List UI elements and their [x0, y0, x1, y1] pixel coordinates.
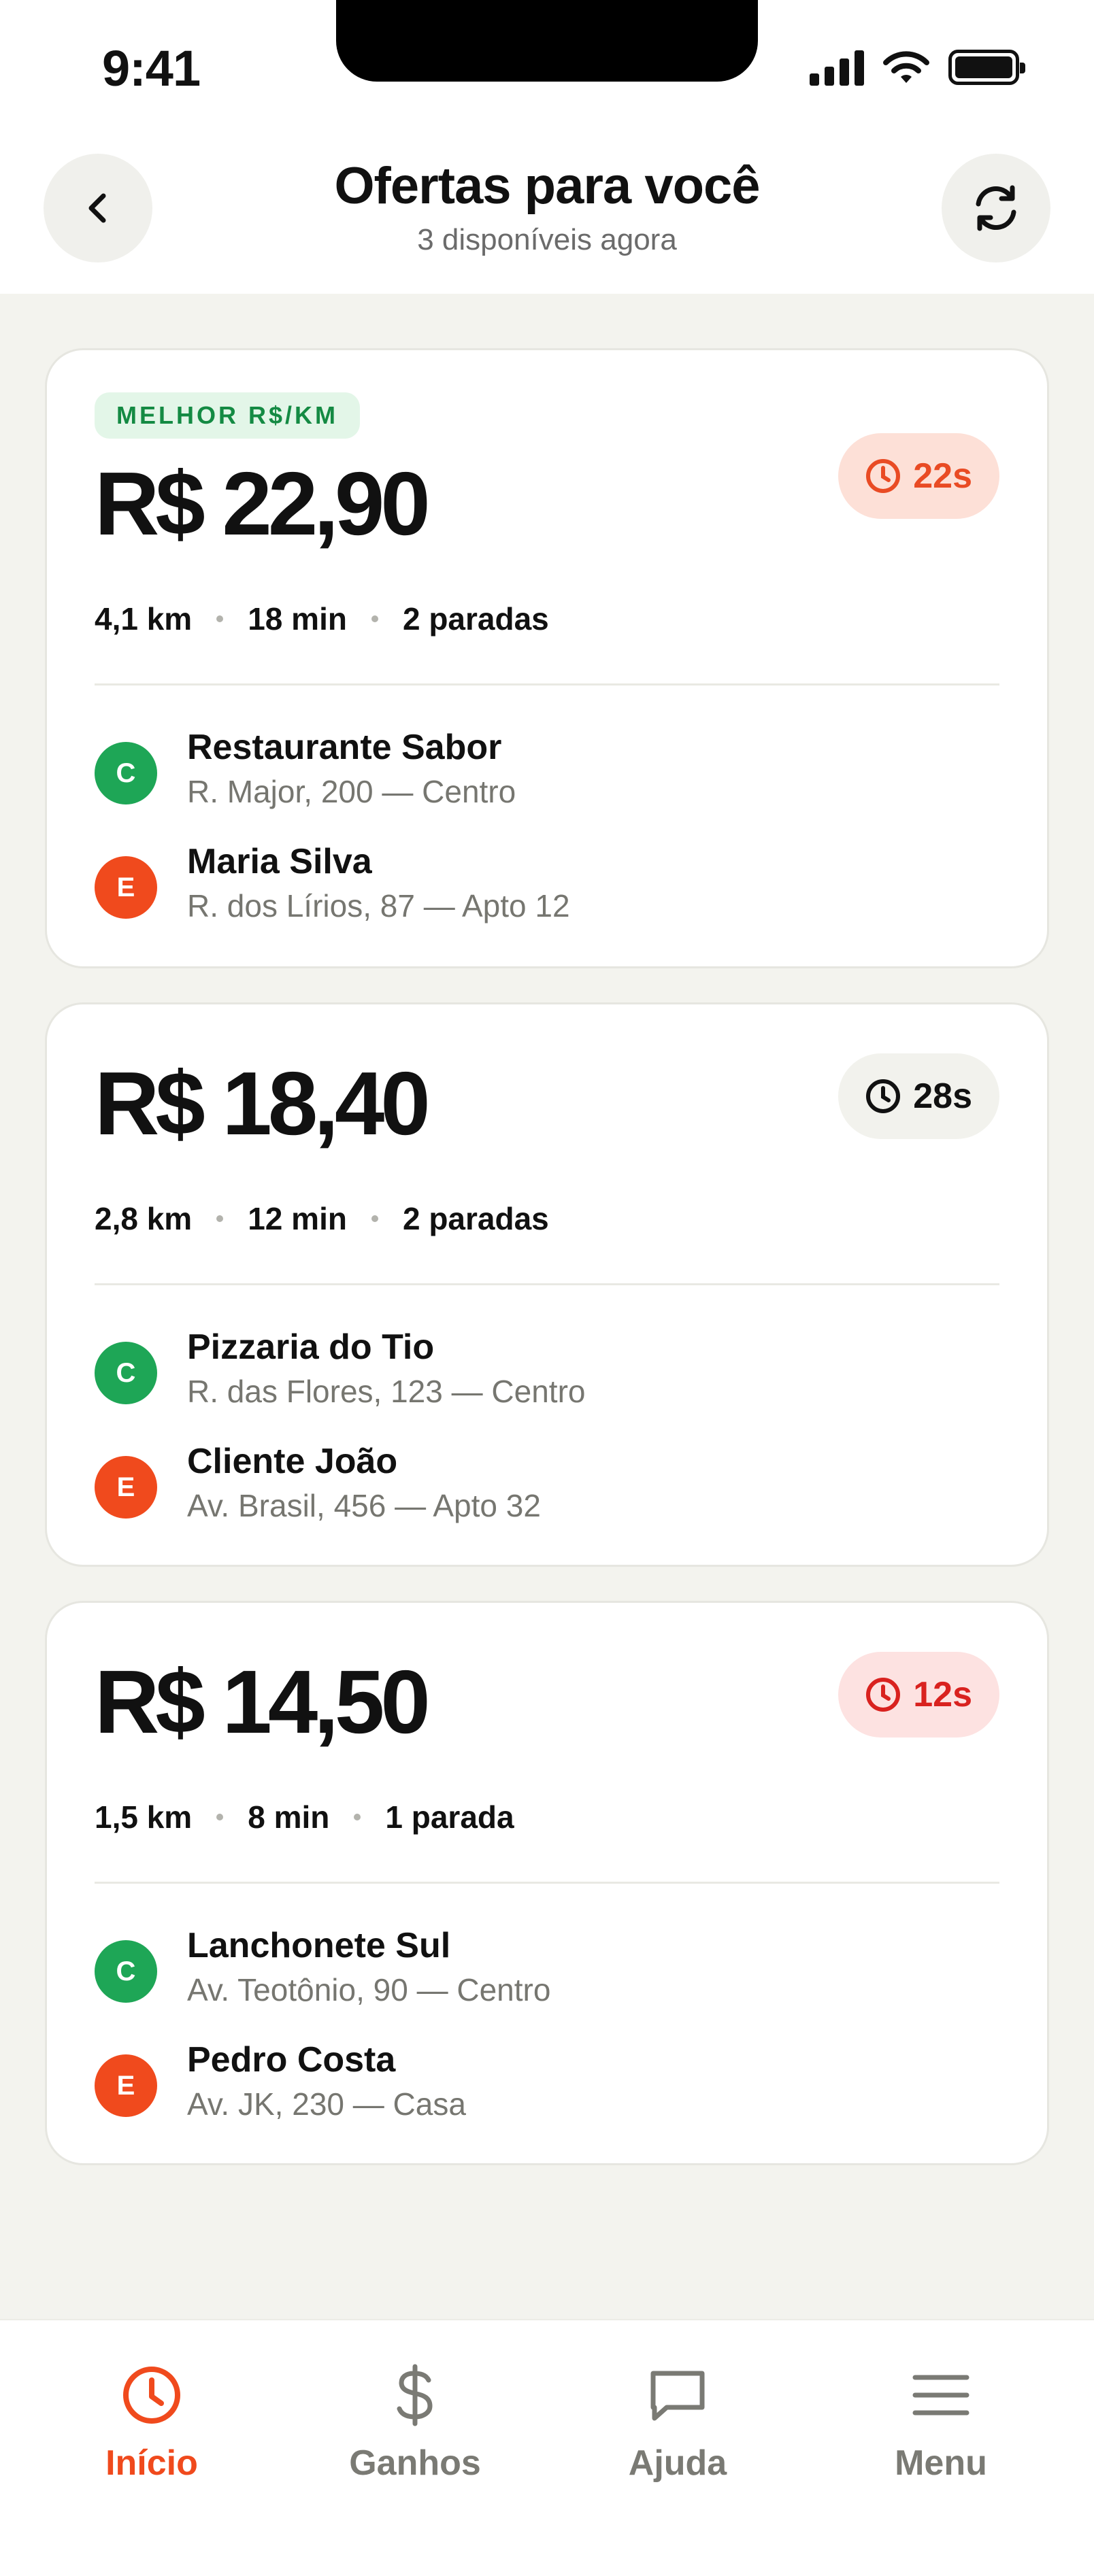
offer-duration: 8 min: [248, 1799, 330, 1835]
offer-stops: 2 paradas: [402, 1201, 549, 1236]
pickup-name: Restaurante Sabor: [187, 728, 502, 767]
separator-dot: [216, 1814, 224, 1820]
cellular-signal-icon: [810, 49, 864, 86]
menu-icon: [912, 2375, 969, 2416]
dropoff-address: R. dos Lírios, 87 — Apto 12: [187, 888, 570, 923]
dropoff-name: Maria Silva: [187, 842, 372, 881]
dropoff-marker: E: [95, 2054, 157, 2117]
refresh-button[interactable]: [942, 154, 1050, 262]
status-bar: 9:41: [0, 0, 1094, 129]
dropoff-stop: E Cliente João Av. Brasil, 456 — Apto 32: [95, 1441, 999, 1536]
dropoff-marker: E: [95, 1456, 157, 1519]
offer-price: R$ 18,40: [95, 1053, 431, 1153]
bottom-navigation: Início Ganhos Ajuda Menu: [0, 2319, 1094, 2576]
dollar-icon: [397, 2364, 433, 2426]
dropoff-marker: E: [95, 856, 157, 919]
separator-dot: [216, 1215, 224, 1222]
page-title: Ofertas para você: [334, 157, 760, 215]
pickup-marker: C: [95, 1940, 157, 2003]
page-subtitle: 3 disponíveis agora: [417, 223, 677, 256]
pickup-address: R. das Flores, 123 — Centro: [187, 1374, 586, 1409]
offer-duration: 12 min: [248, 1201, 347, 1236]
timer-value: 28s: [913, 1077, 972, 1116]
offer-distance: 4,1 km: [95, 601, 193, 637]
pickup-marker: C: [95, 1342, 157, 1404]
pickup-stop: C Restaurante Sabor R. Major, 200 — Cent…: [95, 727, 999, 822]
pickup-address: R. Major, 200 — Centro: [187, 774, 516, 809]
offer-duration: 18 min: [248, 601, 347, 637]
pickup-name: Lanchonete Sul: [187, 1926, 451, 1965]
offer-meta: 2,8 km 12 min 2 paradas: [95, 1200, 549, 1237]
pickup-stop: C Pizzaria do Tio R. das Flores, 123 — C…: [95, 1327, 999, 1422]
countdown-timer: 12s: [838, 1652, 999, 1738]
separator-dot: [216, 615, 224, 622]
offer-price: R$ 14,50: [95, 1652, 431, 1752]
nav-item-inicio[interactable]: Início: [50, 2361, 254, 2484]
offer-distance: 1,5 km: [95, 1799, 193, 1835]
status-icons: [810, 49, 1025, 86]
divider: [95, 1283, 999, 1285]
battery-icon: [948, 50, 1025, 85]
offer-stops: 1 parada: [385, 1799, 514, 1835]
nav-label: Início: [105, 2443, 198, 2483]
best-value-badge: MELHOR R$/KM: [95, 392, 360, 439]
nav-item-ajuda[interactable]: Ajuda: [576, 2361, 780, 2484]
dropoff-address: Av. JK, 230 — Casa: [187, 2086, 466, 2122]
nav-label: Ganhos: [349, 2443, 481, 2483]
offer-stops: 2 paradas: [402, 601, 549, 637]
status-time: 9:41: [102, 40, 201, 97]
divider: [95, 1882, 999, 1884]
chat-icon: [650, 2371, 705, 2421]
pickup-name: Pizzaria do Tio: [187, 1327, 435, 1367]
dropoff-stop: E Pedro Costa Av. JK, 230 — Casa: [95, 2039, 999, 2135]
divider: [95, 683, 999, 685]
countdown-timer: 28s: [838, 1053, 999, 1139]
nav-label: Menu: [895, 2443, 987, 2483]
wifi-icon: [883, 51, 929, 83]
nav-label: Ajuda: [628, 2443, 727, 2483]
separator-dot: [354, 1814, 361, 1820]
clock-icon: [866, 459, 901, 493]
dropoff-address: Av. Brasil, 456 — Apto 32: [187, 1488, 541, 1523]
clock-icon: [866, 1678, 901, 1712]
refresh-icon: [976, 185, 1016, 231]
dropoff-name: Cliente João: [187, 1442, 398, 1481]
nav-item-menu[interactable]: Menu: [839, 2361, 1043, 2484]
clock-icon: [866, 1079, 901, 1113]
offer-card[interactable]: R$ 14,50 12s 1,5 km 8 min 1 parada C Lan…: [45, 1601, 1049, 2165]
countdown-timer: 22s: [838, 433, 999, 519]
pickup-marker: C: [95, 742, 157, 804]
pickup-stop: C Lanchonete Sul Av. Teotônio, 90 — Cent…: [95, 1925, 999, 2020]
timer-value: 12s: [913, 1675, 972, 1714]
offer-price: R$ 22,90: [95, 454, 431, 554]
clock-icon: [123, 2367, 180, 2424]
nav-item-ganhos[interactable]: Ganhos: [313, 2361, 517, 2484]
offer-distance: 2,8 km: [95, 1201, 193, 1236]
offer-meta: 4,1 km 18 min 2 paradas: [95, 600, 549, 637]
device-notch: [336, 0, 758, 82]
separator-dot: [371, 1215, 378, 1222]
offer-meta: 1,5 km 8 min 1 parada: [95, 1799, 514, 1835]
timer-value: 22s: [913, 456, 972, 496]
page-header: Ofertas para você 3 disponíveis agora: [0, 129, 1094, 294]
dropoff-name: Pedro Costa: [187, 2040, 396, 2080]
dropoff-stop: E Maria Silva R. dos Lírios, 87 — Apto 1…: [95, 841, 999, 936]
separator-dot: [371, 615, 378, 622]
pickup-address: Av. Teotônio, 90 — Centro: [187, 1972, 551, 2007]
offer-card[interactable]: MELHOR R$/KM R$ 22,90 22s 4,1 km 18 min …: [45, 348, 1049, 968]
offer-card[interactable]: R$ 18,40 28s 2,8 km 12 min 2 paradas C P…: [45, 1002, 1049, 1567]
